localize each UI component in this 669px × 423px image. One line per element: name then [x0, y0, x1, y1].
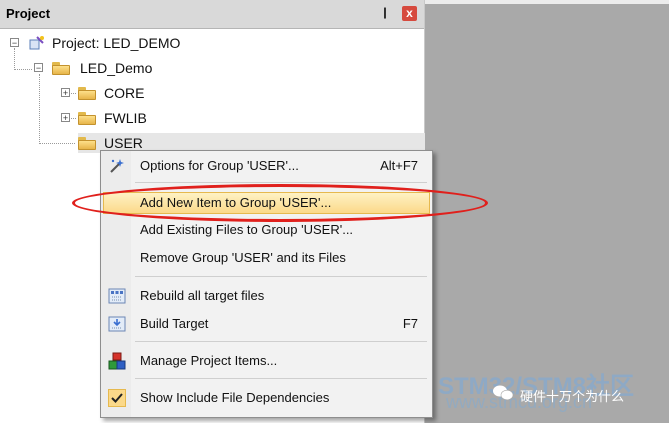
manage-items-icon: [108, 352, 126, 370]
editor-background: [425, 0, 669, 423]
menu-item-label: Manage Project Items...: [140, 353, 278, 368]
menu-item-add-new-item[interactable]: Add New Item to Group 'USER'...: [103, 192, 430, 214]
close-icon[interactable]: x: [402, 6, 417, 21]
project-pane-titlebar: Project ❙ x: [0, 0, 424, 29]
tree-connector: [39, 143, 75, 144]
rebuild-icon: [108, 287, 126, 305]
tree-item-label: Project: LED_DEMO: [52, 35, 181, 51]
menu-icon-column: [101, 151, 131, 417]
tree-item-target[interactable]: LED_Demo: [52, 58, 152, 78]
menu-item-label: Options for Group 'USER'...: [140, 158, 299, 173]
menu-item-manage-project-items[interactable]: Manage Project Items...: [103, 350, 430, 372]
menu-item-options-for-group[interactable]: Options for Group 'USER'... Alt+F7: [103, 155, 430, 177]
folder-icon: [78, 86, 96, 100]
tree-connector: [39, 74, 40, 144]
collapse-icon[interactable]: −: [10, 38, 19, 48]
tree-item-label: FWLIB: [104, 110, 147, 126]
tree-item-project-root[interactable]: Project: LED_DEMO: [28, 33, 180, 53]
checkmark-icon: [108, 389, 126, 407]
menu-item-shortcut: F7: [402, 316, 418, 331]
pane-title: Project: [6, 6, 51, 21]
menu-item-label: Add Existing Files to Group 'USER'...: [140, 222, 354, 237]
menu-item-label: Build Target: [140, 316, 209, 331]
menu-separator: [135, 276, 427, 277]
menu-item-build-target[interactable]: Build Target F7: [103, 313, 430, 335]
pin-icon[interactable]: ❙: [378, 6, 392, 20]
menu-item-label: Show Include File Dependencies: [140, 390, 330, 405]
menu-item-remove-group[interactable]: Remove Group 'USER' and its Files: [103, 247, 430, 269]
editor-top-strip: [425, 0, 669, 4]
menu-item-add-existing-files[interactable]: Add Existing Files to Group 'USER'...: [103, 219, 430, 241]
target-folder-icon: [52, 61, 70, 75]
menu-item-label: Add New Item to Group 'USER'...: [140, 195, 332, 210]
tree-item-label: USER: [104, 135, 143, 151]
expand-icon[interactable]: +: [61, 88, 70, 98]
folder-icon: [78, 111, 96, 125]
menu-separator: [135, 182, 427, 183]
menu-item-shortcut: Alt+F7: [380, 158, 418, 173]
menu-item-label: Rebuild all target files: [140, 288, 265, 303]
expand-icon[interactable]: +: [61, 113, 70, 123]
tree-item-group-fwlib[interactable]: FWLIB: [78, 108, 147, 128]
menu-separator: [135, 378, 427, 379]
project-icon: [28, 35, 46, 51]
watermark-account: 硬件十万个为什么: [520, 389, 625, 404]
tree-item-label: LED_Demo: [80, 60, 153, 76]
menu-item-rebuild-all[interactable]: Rebuild all target files: [103, 285, 430, 307]
menu-item-show-include-deps[interactable]: Show Include File Dependencies: [103, 387, 430, 409]
tree-connector: [14, 69, 32, 70]
menu-item-label: Remove Group 'USER' and its Files: [140, 250, 346, 265]
collapse-icon[interactable]: −: [34, 63, 43, 73]
tree-connector: [14, 48, 15, 70]
wechat-icon: [492, 384, 514, 402]
build-icon: [108, 315, 126, 333]
tree-item-label: CORE: [104, 85, 145, 101]
context-menu: Options for Group 'USER'... Alt+F7 Add N…: [100, 150, 433, 418]
folder-icon: [78, 136, 96, 150]
options-wand-icon: [108, 157, 126, 175]
menu-separator: [135, 341, 427, 342]
tree-item-group-core[interactable]: CORE: [78, 83, 144, 103]
